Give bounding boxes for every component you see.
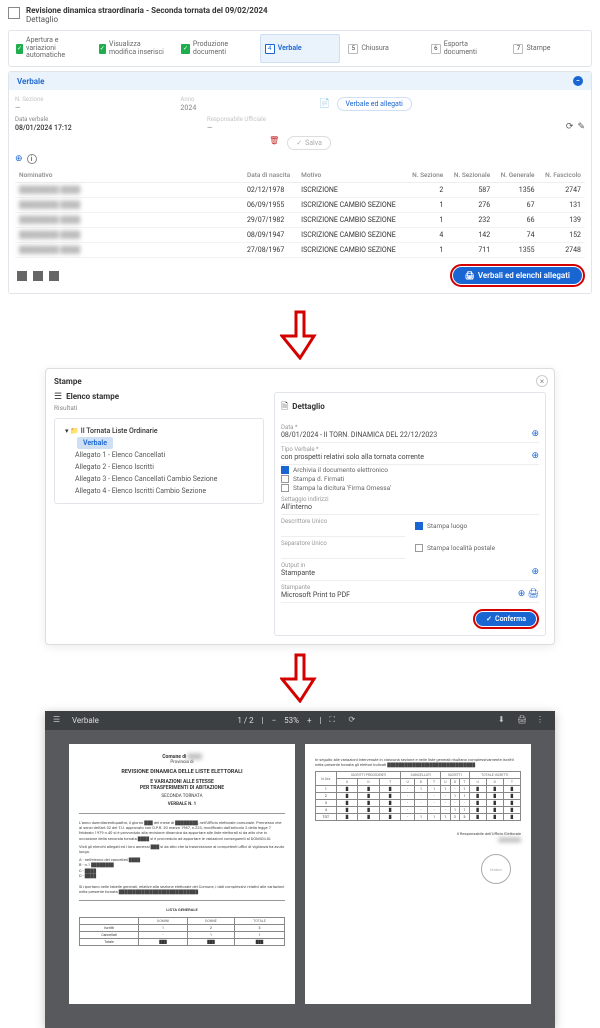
doc-icon: 📄 <box>319 99 330 109</box>
app-icon <box>8 7 20 19</box>
delete-icon[interactable]: 🗑 <box>269 136 279 150</box>
step-7[interactable]: 7Stampe <box>509 34 588 63</box>
data-select[interactable]: 08/01/2024 - II TORN. DINAMICA DEL 22/12… <box>281 431 437 439</box>
close-icon[interactable]: × <box>536 375 548 387</box>
collapse-icon[interactable]: − <box>573 76 583 86</box>
tree-item-verbale[interactable]: Verbale <box>77 437 113 449</box>
dropdown-icon[interactable]: ⊕ <box>531 451 539 461</box>
stampe-tree: ▾ 📁 II Tornata Liste Ordinarie Verbale A… <box>54 418 264 504</box>
fit-icon[interactable]: ⛶ <box>330 715 341 726</box>
zoom-out-icon[interactable]: − <box>272 716 277 725</box>
download-icon[interactable]: ⬇ <box>498 715 509 726</box>
cb-firmati[interactable] <box>281 475 289 483</box>
dropdown-icon[interactable]: ⊕ <box>531 567 539 577</box>
zoom-level: 53% <box>284 716 299 725</box>
print-icon[interactable]: 🖨 <box>528 589 539 599</box>
expand-icon[interactable]: ⊕ <box>15 154 23 164</box>
descr-input[interactable] <box>281 525 327 533</box>
table-row[interactable]: ████████ ████27/08/1967ISCRIZIONE CAMBIO… <box>15 243 585 258</box>
info-icon[interactable]: i <box>27 154 37 164</box>
page-subtitle: Dettaglio <box>26 15 268 24</box>
step-4[interactable]: 4Verbale <box>260 34 341 63</box>
table-row[interactable]: ████████ ████06/09/1955ISCRIZIONE CAMBIO… <box>15 198 585 213</box>
table-row[interactable]: ████████ ████02/12/1978ISCRIZIONE2587135… <box>15 183 585 198</box>
table-row[interactable]: ████████ ████29/07/1982ISCRIZIONE CAMBIO… <box>15 213 585 228</box>
edit-icon[interactable]: ✎ <box>577 122 585 132</box>
page-indicator: 1 / 2 <box>237 716 253 725</box>
stamp-icon: timbro <box>481 854 511 884</box>
conferma-button[interactable]: ✓ Conferma <box>476 612 536 626</box>
check-icon: ✓ <box>16 44 23 54</box>
step-6[interactable]: 6Esporta documenti <box>427 34 506 63</box>
rotate-icon[interactable]: ⟳ <box>349 715 360 726</box>
list-icon: ☰ <box>54 392 62 402</box>
tool-icon[interactable] <box>33 271 43 281</box>
verbali-elenchi-button[interactable]: 🖨 Verbali ed elenchi allegati <box>453 267 582 284</box>
cb-stampa-localita[interactable] <box>415 544 423 552</box>
pdf-toolbar: ☰ Verbale 1 / 2 | − 53% + | ⛶ ⟳ ⬇ 🖨 ⋮ <box>45 711 555 730</box>
check-icon: ✓ <box>181 44 190 54</box>
stampante-select[interactable]: Microsoft Print to PDF <box>281 591 350 599</box>
tree-item[interactable]: Allegato 4 - Elenco Iscritti Cambio Sezi… <box>61 485 257 497</box>
divider: | <box>262 716 264 725</box>
check-icon: ✓ <box>99 44 106 54</box>
wizard-steps: ✓Apertura e variazioni automatiche ✓Visu… <box>8 30 592 67</box>
menu-icon[interactable]: ☰ <box>53 715 64 726</box>
output-select[interactable]: Stampante <box>281 569 315 577</box>
step-2[interactable]: ✓Visualizza modifica inserisci <box>95 34 174 63</box>
dropdown-icon[interactable]: ⊕ <box>518 589 526 599</box>
history-icon[interactable]: ⟳ <box>566 122 574 132</box>
stampe-title: Stampe <box>54 377 546 386</box>
step-5[interactable]: 5Chiusura <box>344 34 423 63</box>
print-icon[interactable]: 🖨 <box>517 715 528 726</box>
pdf-page-2: In seguito alle variazioni intervenute i… <box>305 744 531 1004</box>
step-1[interactable]: ✓Apertura e variazioni automatiche <box>12 34 91 63</box>
tool-icon[interactable] <box>17 271 27 281</box>
tree-folder[interactable]: ▾ 📁 II Tornata Liste Ordinarie <box>61 425 257 437</box>
step-3[interactable]: ✓Produzione documenti <box>177 34 256 63</box>
section-verbale-header[interactable]: Verbale − <box>9 72 591 90</box>
cb-archivia[interactable] <box>281 466 289 474</box>
table-row[interactable]: ████████ ████08/09/1947ISCRIZIONE CAMBIO… <box>15 228 585 243</box>
cb-firma-omessa[interactable] <box>281 484 289 492</box>
indirizzo-select[interactable]: All'interno <box>281 503 329 511</box>
tipo-select[interactable]: con prospetti relativi solo alla tornata… <box>281 453 424 461</box>
page-title: Revisione dinamica straordinaria - Secon… <box>26 6 268 15</box>
tree-item[interactable]: Allegato 2 - Elenco Iscritti <box>61 461 257 473</box>
zoom-in-icon[interactable]: + <box>307 716 312 725</box>
salva-button[interactable]: ✓ Salva <box>287 136 331 150</box>
pdf-page-1: Comune di ████ Provincia di REVISIONE DI… <box>69 744 295 1004</box>
more-icon[interactable]: ⋮ <box>536 715 547 726</box>
dropdown-icon[interactable]: ⊕ <box>531 429 539 439</box>
verbale-allegati-pill[interactable]: Verbale ed allegati <box>337 97 412 111</box>
pdf-title: Verbale <box>72 716 99 725</box>
data-verbale-field[interactable]: 08/01/2024 17:12 <box>15 124 201 132</box>
divider: | <box>320 716 322 725</box>
people-table: Nominativo Data di nascita Motivo N. Sez… <box>15 168 585 258</box>
tool-icon[interactable] <box>49 271 59 281</box>
detail-icon: 🗎 <box>281 399 288 415</box>
tree-item[interactable]: Allegato 3 - Elenco Cancellati Cambio Se… <box>61 473 257 485</box>
sep-input[interactable] <box>281 547 327 555</box>
tree-item[interactable]: Allegato 1 - Elenco Cancellati <box>61 449 257 461</box>
cb-stampa-luogo[interactable] <box>415 522 423 530</box>
